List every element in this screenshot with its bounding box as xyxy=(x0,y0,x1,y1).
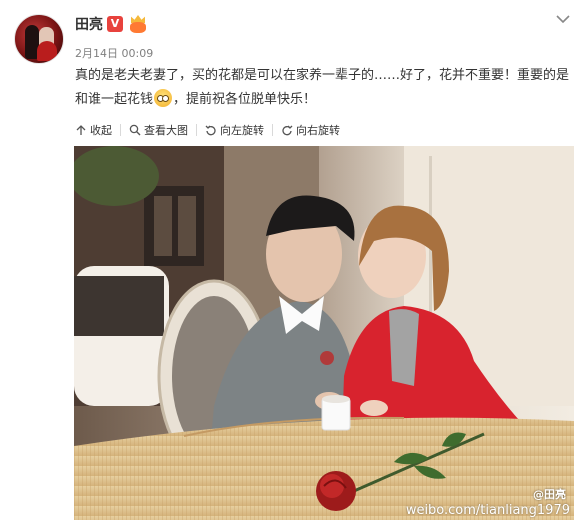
view-large-button[interactable]: 查看大图 xyxy=(129,120,188,140)
watermark-name: @田亮 xyxy=(533,488,566,501)
chevron-down-icon[interactable] xyxy=(556,14,570,24)
rotate-left-icon xyxy=(205,125,216,136)
post-text-part2: ，提前祝各位脱单快乐！ xyxy=(173,92,317,107)
rotate-right-icon xyxy=(282,125,293,136)
emoji-face-icon xyxy=(154,89,173,107)
collapse-button[interactable]: 收起 xyxy=(75,120,112,140)
verified-badge-icon: V xyxy=(107,16,123,32)
watermark-url: weibo.com/tianliang1979 xyxy=(405,503,570,518)
rotate-left-label: 向左旋转 xyxy=(220,124,264,137)
image-toolbar: 收起 查看大图 向左旋转 向右旋转 xyxy=(75,120,340,140)
view-large-label: 查看大图 xyxy=(144,124,188,137)
rotate-right-button[interactable]: 向右旋转 xyxy=(281,120,340,140)
collapse-label: 收起 xyxy=(90,124,112,137)
member-crown-icon[interactable] xyxy=(128,14,148,34)
divider xyxy=(196,124,197,136)
post-time[interactable]: 2月14日 00:09 xyxy=(75,45,153,61)
post-text-part1: 真的是老夫老妻了，买的花都是可以在家养一辈子的……好了，花并不重要！重要的是和谁… xyxy=(75,68,570,107)
divider xyxy=(120,124,121,136)
user-name[interactable]: 田亮 xyxy=(75,14,103,34)
post-text: 真的是老夫老妻了，买的花都是可以在家养一辈子的……好了，花并不重要！重要的是和谁… xyxy=(75,64,575,112)
divider xyxy=(272,124,273,136)
rotate-left-button[interactable]: 向左旋转 xyxy=(205,120,264,140)
magnifier-icon xyxy=(129,124,141,136)
photo-scene xyxy=(74,146,574,520)
collapse-up-icon xyxy=(76,125,86,135)
rotate-right-label: 向右旋转 xyxy=(296,124,340,137)
avatar[interactable] xyxy=(14,14,64,64)
post-photo[interactable]: @田亮 weibo.com/tianliang1979 xyxy=(74,146,574,520)
